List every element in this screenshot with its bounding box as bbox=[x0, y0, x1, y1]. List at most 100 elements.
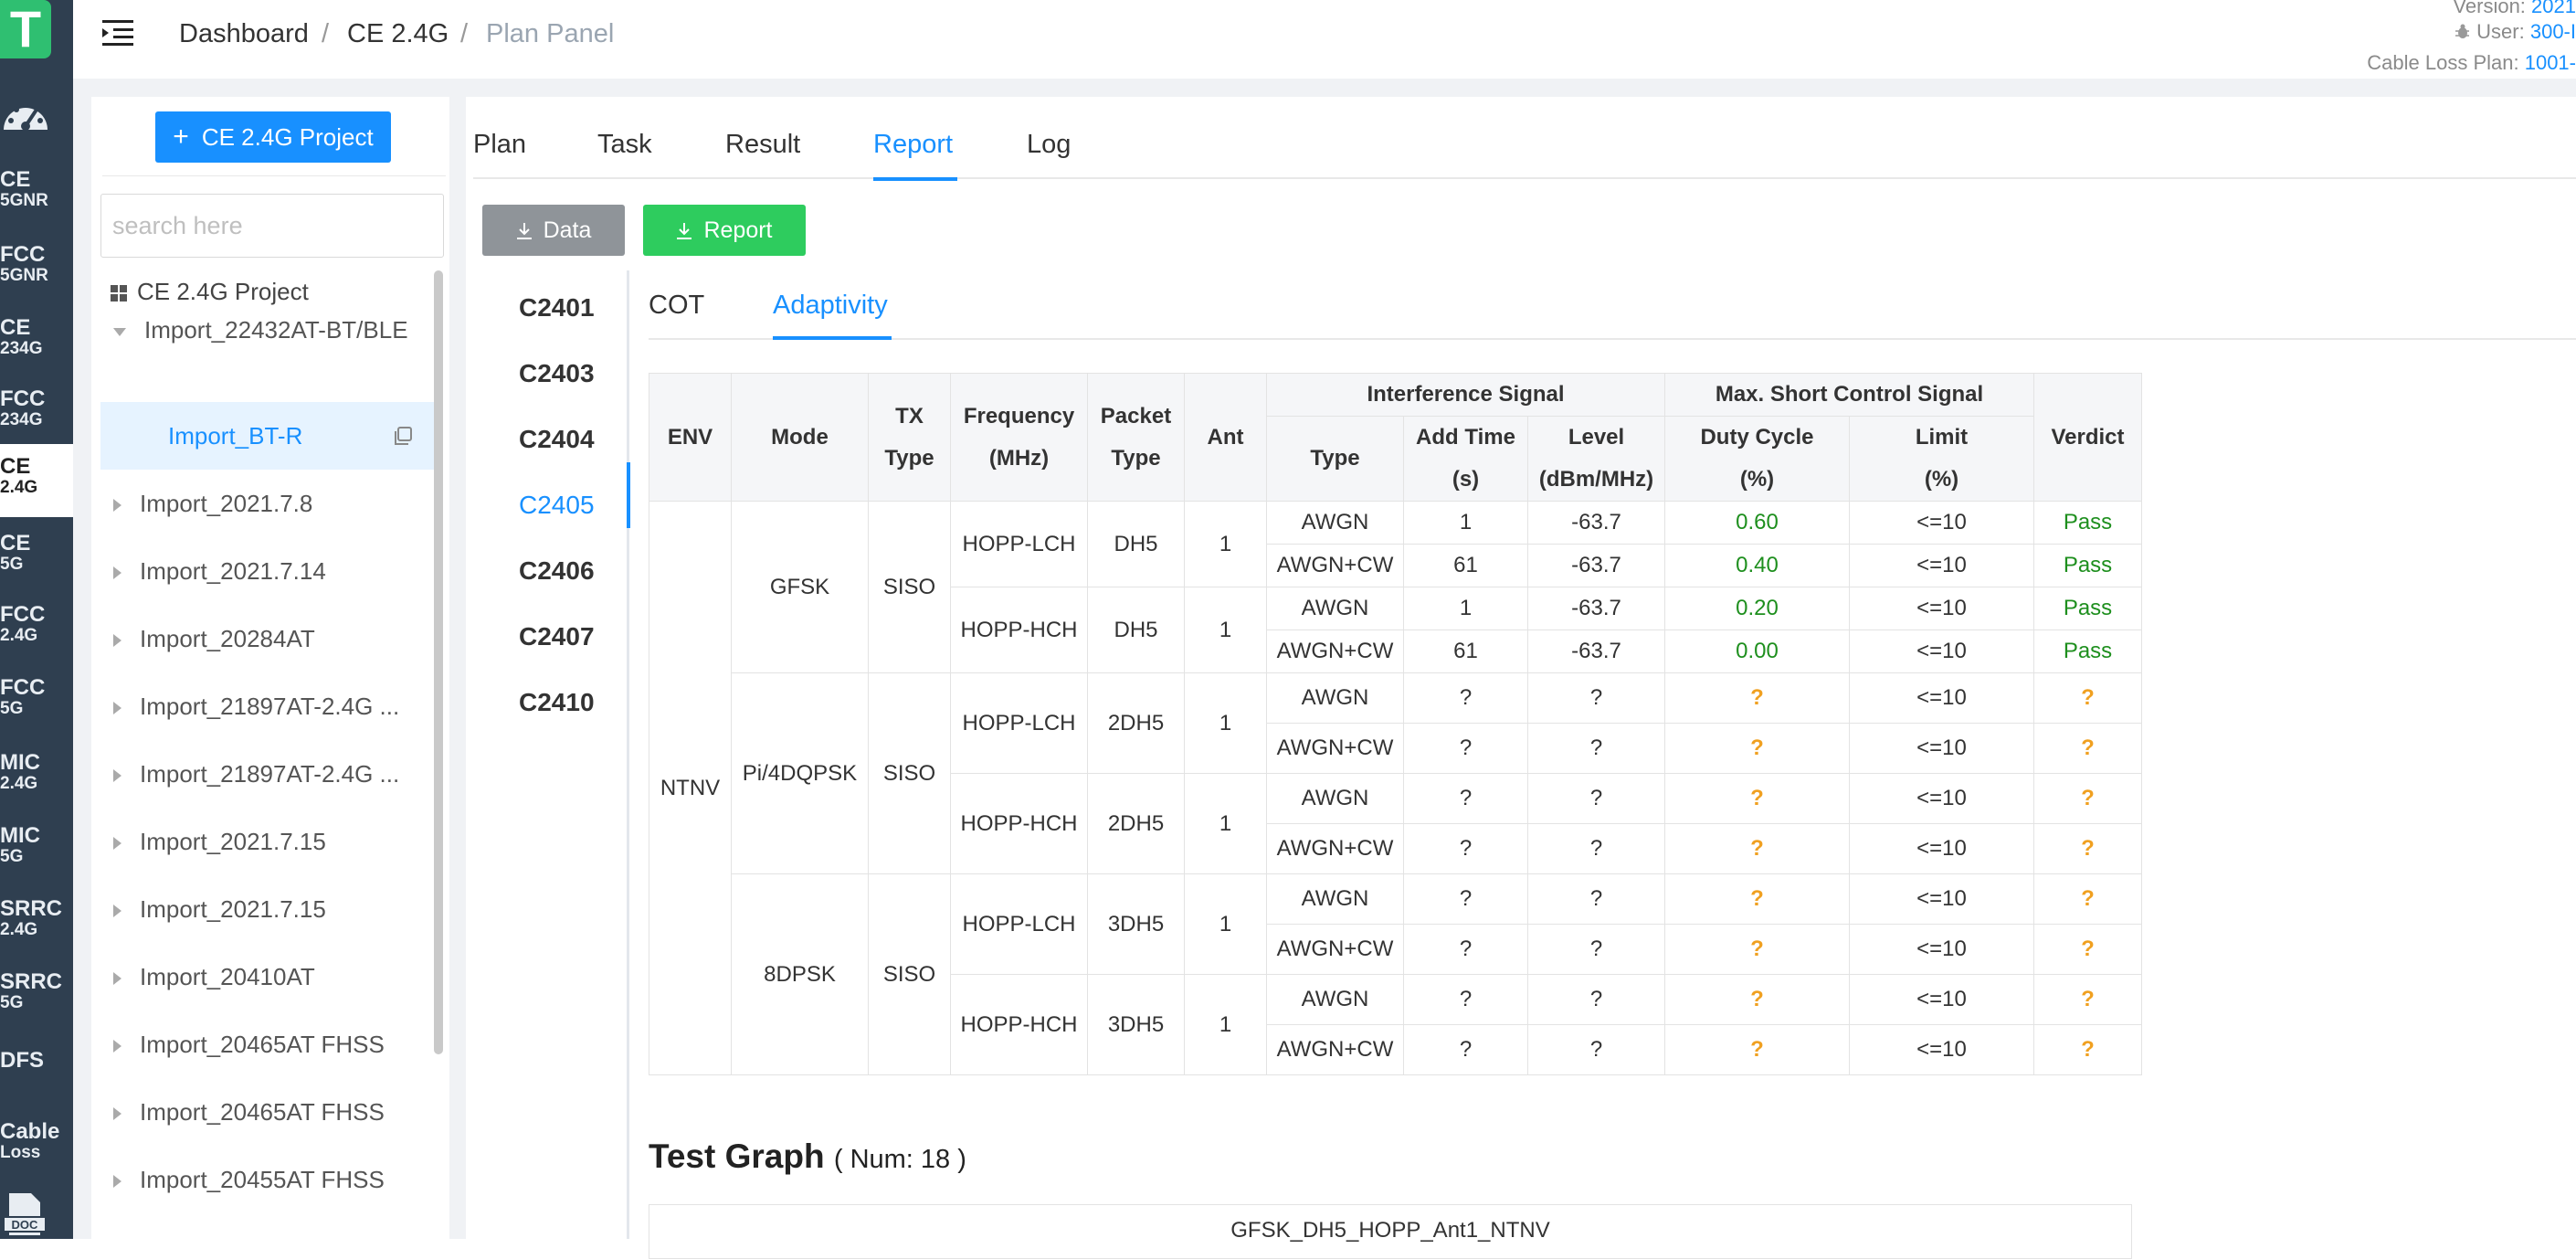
duty-cycle-cell: 0.60 bbox=[1664, 501, 1850, 545]
tree-node[interactable]: Import_2021.7.15 bbox=[113, 894, 442, 925]
tree-node[interactable]: Import_2021.7.8 bbox=[113, 488, 442, 519]
frequency-cell: HOPP-LCH bbox=[950, 672, 1088, 774]
tree-node[interactable]: Import_20410AT bbox=[113, 961, 442, 992]
user-value[interactable]: 300-I bbox=[2530, 20, 2576, 43]
caret-right-icon[interactable] bbox=[113, 1040, 121, 1053]
side-tab[interactable]: C2407 bbox=[519, 621, 595, 652]
tree-node[interactable]: Import_20465AT FHSS bbox=[113, 1096, 442, 1127]
tree-root[interactable]: CE 2.4G Project bbox=[110, 276, 309, 307]
caret-right-icon[interactable] bbox=[113, 702, 121, 715]
rail-item[interactable]: CE 5G bbox=[0, 532, 73, 574]
breadcrumb-ce-2-4g[interactable]: CE 2.4G bbox=[347, 18, 449, 49]
caret-right-icon[interactable] bbox=[113, 769, 121, 783]
side-tab[interactable]: C2404 bbox=[519, 424, 595, 455]
tab-plan[interactable]: Plan bbox=[473, 126, 526, 163]
caret-right-icon[interactable] bbox=[113, 566, 121, 580]
tx-type-cell: SISO bbox=[868, 501, 951, 673]
rail-item[interactable]: MIC 5G bbox=[0, 824, 73, 866]
download-report-button[interactable]: Report bbox=[643, 205, 806, 256]
copy-icon[interactable] bbox=[393, 426, 413, 446]
add-time-cell: ? bbox=[1403, 723, 1528, 774]
caret-right-icon[interactable] bbox=[113, 972, 121, 986]
tree-child-label: Import_BT-R bbox=[168, 422, 303, 450]
new-project-button[interactable]: + CE 2.4G Project bbox=[155, 111, 391, 163]
subtab-cot[interactable]: COT bbox=[649, 287, 704, 323]
tab-log[interactable]: Log bbox=[1027, 126, 1071, 163]
caret-right-icon[interactable] bbox=[113, 634, 121, 648]
side-tab[interactable]: C2405 bbox=[519, 490, 595, 521]
rail-item-sublabel: 234G bbox=[0, 410, 43, 429]
limit-cell: <=10 bbox=[1849, 672, 2034, 724]
menu-toggle-icon[interactable] bbox=[102, 18, 133, 48]
tree-node[interactable]: Import_21897AT-2.4G ... bbox=[113, 758, 442, 789]
tree-node[interactable]: Import_21897AT-2.4G ... bbox=[113, 691, 442, 722]
subtab-adaptivity[interactable]: Adaptivity bbox=[773, 287, 888, 323]
rail-item-sublabel: 234G bbox=[0, 339, 43, 358]
rail-item-sublabel: Loss bbox=[0, 1143, 41, 1162]
rail-item[interactable]: CE 5GNR bbox=[0, 168, 73, 210]
rail-item[interactable]: MIC 2.4G bbox=[0, 751, 73, 793]
rail-item[interactable]: FCC 5G bbox=[0, 676, 73, 718]
search-input[interactable] bbox=[100, 194, 444, 258]
rail-item[interactable]: FCC 5GNR bbox=[0, 243, 73, 285]
col-header-duty-cycle: Duty Cycle (%) bbox=[1664, 416, 1850, 502]
rail-item[interactable]: SRRC 5G bbox=[0, 970, 73, 1012]
rail-item[interactable]: FCC 2.4G bbox=[0, 603, 73, 645]
tab-report[interactable]: Report bbox=[873, 126, 953, 163]
tree-node-expanded[interactable]: Import_22432AT-BT/BLE bbox=[113, 314, 442, 345]
tree-child-selected[interactable]: Import_BT-R bbox=[100, 402, 442, 470]
rail-item-label: FCC bbox=[0, 242, 46, 267]
signal-type-cell: AWGN bbox=[1266, 974, 1404, 1025]
data-button-label: Data bbox=[543, 217, 592, 243]
app-logo[interactable]: T bbox=[0, 0, 51, 58]
rail-item[interactable]: FCC 234G bbox=[0, 387, 73, 429]
duty-cycle-cell: ? bbox=[1664, 723, 1850, 774]
col-header-interference: Interference Signal bbox=[1266, 373, 1665, 417]
caret-right-icon[interactable] bbox=[113, 1107, 121, 1121]
side-tab[interactable]: C2406 bbox=[519, 555, 595, 587]
caret-right-icon[interactable] bbox=[113, 499, 121, 513]
rail-item[interactable]: DFS bbox=[0, 1049, 73, 1073]
packet-type-cell: DH5 bbox=[1087, 501, 1185, 587]
tree-node[interactable]: Import_20455AT FHSS bbox=[113, 1164, 442, 1195]
dashboard-gauge-icon[interactable] bbox=[0, 91, 51, 141]
active-side-tab-indicator bbox=[627, 462, 630, 528]
level-cell: ? bbox=[1527, 873, 1665, 925]
tab-result[interactable]: Result bbox=[725, 126, 800, 163]
breadcrumb-dashboard[interactable]: Dashboard bbox=[179, 18, 309, 49]
download-data-button[interactable]: Data bbox=[482, 205, 625, 256]
sidebar-scrollbar[interactable] bbox=[434, 270, 443, 1054]
cable-loss-value[interactable]: 1001- bbox=[2525, 51, 2576, 74]
limit-cell: <=10 bbox=[1849, 873, 2034, 925]
caret-right-icon[interactable] bbox=[113, 837, 121, 851]
tree-node[interactable]: Import_20465AT FHSS bbox=[113, 1029, 442, 1060]
project-sidebar: + CE 2.4G Project CE 2.4G Project Import_… bbox=[91, 97, 449, 1239]
side-tab[interactable]: C2403 bbox=[519, 358, 595, 389]
tree-node[interactable]: Import_20284AT bbox=[113, 623, 442, 654]
doc-icon[interactable]: DOC bbox=[0, 1191, 48, 1239]
side-tab[interactable]: C2401 bbox=[519, 292, 595, 323]
ant-cell: 1 bbox=[1184, 672, 1267, 774]
add-time-cell: ? bbox=[1403, 924, 1528, 975]
caret-down-icon[interactable] bbox=[113, 327, 126, 336]
col-header-ant: Ant bbox=[1184, 373, 1267, 502]
tree-node[interactable]: Import_2021.7.15 bbox=[113, 826, 442, 857]
rail-item[interactable]: Cable Loss bbox=[0, 1120, 73, 1162]
limit-cell: <=10 bbox=[1849, 1024, 2034, 1075]
rail-item[interactable]: CE 2.4G bbox=[0, 444, 73, 517]
verdict-cell: Pass bbox=[2033, 544, 2142, 587]
add-time-cell: 1 bbox=[1403, 501, 1528, 545]
side-tab[interactable]: C2410 bbox=[519, 687, 595, 718]
tree-node-label: Import_20284AT bbox=[140, 625, 315, 652]
level-cell: -63.7 bbox=[1527, 544, 1665, 587]
rail-item[interactable]: SRRC 2.4G bbox=[0, 897, 73, 939]
rail-item[interactable]: CE 234G bbox=[0, 316, 73, 358]
caret-right-icon[interactable] bbox=[113, 1175, 121, 1189]
rail-item-sublabel: 5GNR bbox=[0, 266, 48, 285]
tab-task[interactable]: Task bbox=[597, 126, 652, 163]
tree-node[interactable]: Import_2021.7.14 bbox=[113, 555, 442, 587]
rail-item-sublabel: 5G bbox=[0, 847, 24, 866]
duty-cycle-cell: ? bbox=[1664, 974, 1850, 1025]
caret-right-icon[interactable] bbox=[113, 905, 121, 918]
frequency-cell: HOPP-LCH bbox=[950, 501, 1088, 587]
